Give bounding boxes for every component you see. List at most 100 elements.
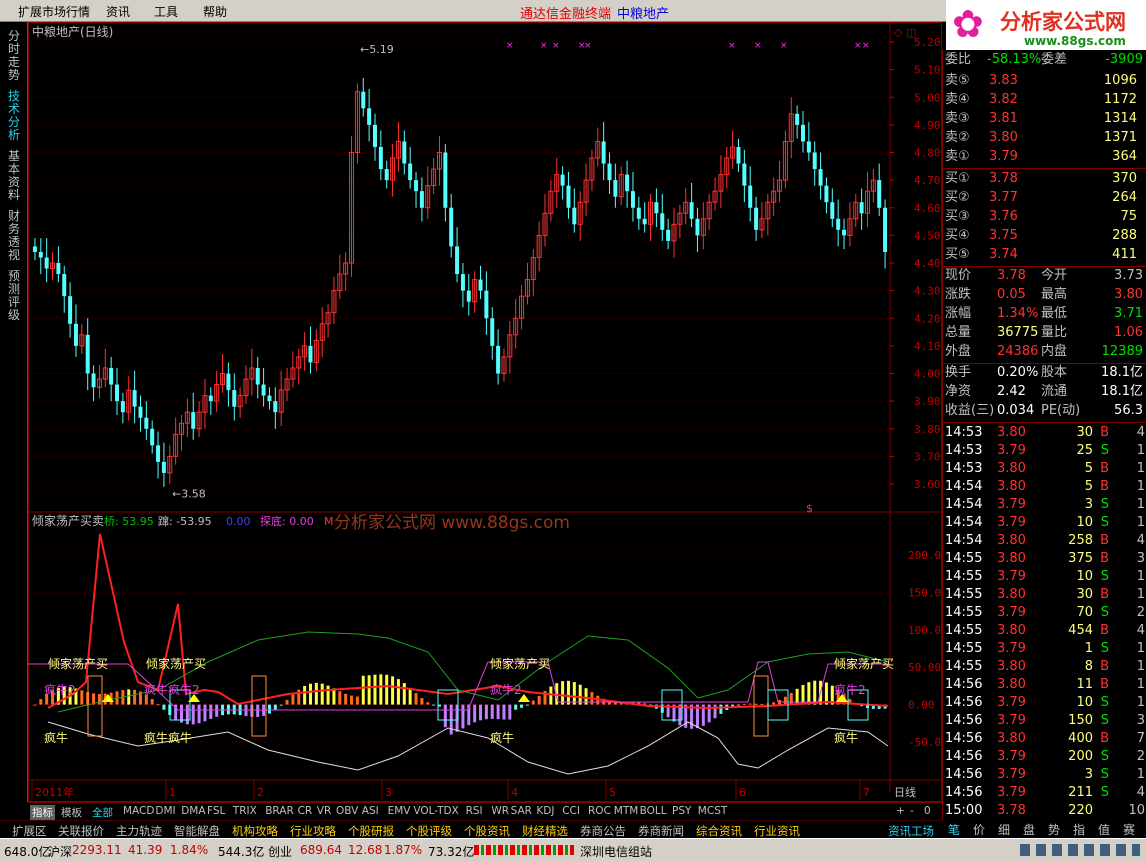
indicator-tab-12[interactable]: ASI (362, 805, 379, 817)
menu-item-market[interactable]: 扩展市场行情 (18, 3, 90, 20)
indicator-tab-18[interactable]: KDJ (536, 805, 554, 817)
indicator-tab-14[interactable]: VOL-TDX (413, 805, 458, 817)
right-tab-6[interactable]: 值 (1098, 821, 1110, 838)
tick-time: 14:55 (945, 551, 983, 566)
tick-count: 4 (1136, 533, 1145, 548)
candle-body-down (191, 412, 196, 429)
indicator-tab-9[interactable]: CR (298, 805, 313, 817)
status-sh-pct: 1.84% (170, 843, 209, 857)
chart-canvas[interactable]: 5.20 5.10 5.00 4.90 4.80 4.70 4.60 4.50 4.40 4.30… (28, 22, 942, 802)
tick-price: 3.79 (997, 605, 1026, 620)
bottom-tab-1[interactable]: 关联报价 (58, 823, 104, 839)
indicator-tab-7[interactable]: TRIX (233, 805, 257, 817)
tick-time: 14:55 (945, 587, 983, 602)
histogram-bar (760, 703, 764, 705)
bottom-tab-14[interactable]: 资讯工场 (888, 823, 934, 839)
indicator-tab-ctrl-1[interactable]: - (910, 805, 914, 817)
right-tab-3[interactable]: 盘 (1023, 821, 1035, 838)
menu-item-tools[interactable]: 工具 (154, 3, 178, 20)
indicator-tab-21[interactable]: MTM (614, 805, 639, 817)
histogram-bar (350, 695, 354, 705)
bottom-tab-3[interactable]: 智能解盘 (174, 823, 220, 839)
indicator-tab-3[interactable]: MACD (123, 805, 154, 817)
bottom-tab-0[interactable]: 扩展区 (12, 823, 47, 839)
candle-body-down (660, 213, 665, 230)
tick-price: 3.79 (997, 749, 1026, 764)
chart-header-symbol: ◇ ◫ (894, 26, 916, 39)
indicator-tab-11[interactable]: OBV (336, 805, 358, 817)
left-tab-4[interactable]: 预测评级 (5, 270, 23, 322)
histogram-bar (736, 704, 740, 706)
tick-volume: 8 (1084, 659, 1093, 674)
indicator-tab-19[interactable]: CCI (562, 805, 580, 817)
indicator-tab-ctrl-2[interactable]: 0 (924, 805, 931, 817)
indicator-tab-6[interactable]: FSL (207, 805, 225, 817)
indicator-tab-20[interactable]: ROC (588, 805, 611, 817)
indicator-tab-4[interactable]: DMI (155, 805, 175, 817)
indicator-tab-13[interactable]: EMV (388, 805, 411, 817)
tick-count: 1 (1136, 641, 1145, 656)
indicator-tab-2[interactable]: 全部 (92, 805, 113, 820)
bottom-tab-6[interactable]: 个股研报 (348, 823, 394, 839)
tick-row: 14:54 3.80 258 B 4 (943, 532, 1146, 550)
left-tab-3[interactable]: 财务透视 (5, 210, 23, 262)
bottom-tab-8[interactable]: 个股资讯 (464, 823, 510, 839)
bottom-tab-9[interactable]: 财经精选 (522, 823, 568, 839)
bottom-tab-7[interactable]: 个股评级 (406, 823, 452, 839)
candle-body-down (44, 257, 49, 269)
right-tab-4[interactable]: 势 (1048, 821, 1060, 838)
indicator-tab-ctrl-0[interactable]: + (896, 805, 905, 817)
ind-trailing-value: M (324, 515, 334, 528)
indicator-tab-24[interactable]: MCST (698, 805, 727, 817)
price-tick-label: 5.20 (914, 36, 941, 49)
tick-price: 3.80 (997, 425, 1026, 440)
indicator-tab-23[interactable]: PSY (672, 805, 691, 817)
tick-price: 3.80 (997, 461, 1026, 476)
histogram-bar (338, 691, 342, 705)
order-volume: 411 (1112, 247, 1137, 262)
bottom-tab-13[interactable]: 行业资讯 (754, 823, 800, 839)
indicator-tab-10[interactable]: VR (317, 805, 331, 817)
candle-body-down (372, 124, 377, 147)
tick-count: 1 (1136, 677, 1145, 692)
stat-label: 今开 (1041, 268, 1068, 283)
histogram-bar (525, 704, 529, 706)
bottom-tab-2[interactable]: 主力轨迹 (116, 823, 162, 839)
right-tab-0[interactable]: 笔 (948, 821, 960, 838)
right-tab-5[interactable]: 指 (1073, 821, 1085, 838)
bottom-tab-5[interactable]: 行业攻略 (290, 823, 336, 839)
kline-chart-area[interactable]: 5.20 5.10 5.00 4.90 4.80 4.70 4.60 4.50 4.40 4.30… (28, 22, 942, 802)
bottom-tab-12[interactable]: 综合资讯 (696, 823, 742, 839)
indicator-tab-8[interactable]: BRAR (265, 805, 294, 817)
bottom-tab-11[interactable]: 券商新闻 (638, 823, 684, 839)
tick-count: 7 (1136, 731, 1145, 746)
histogram-bar (479, 704, 483, 721)
order-volume: 1371 (1103, 130, 1137, 145)
bottom-tab-10[interactable]: 券商公告 (580, 823, 626, 839)
indicator-tab-0[interactable]: 指标 (30, 805, 55, 820)
indicator-tab-5[interactable]: DMA (181, 805, 205, 817)
right-tab-7[interactable]: 赛 (1123, 821, 1135, 838)
menu-item-help[interactable]: 帮助 (203, 3, 227, 20)
indicator-tab-16[interactable]: WR (491, 805, 509, 817)
indicator-tab-17[interactable]: SAR (511, 805, 532, 817)
histogram-bar (279, 704, 283, 706)
indicator-tab-22[interactable]: BOLL (640, 805, 667, 817)
menu-item-info[interactable]: 资讯 (106, 3, 130, 20)
stat-value: 36775 (997, 325, 1039, 340)
left-tab-0[interactable]: 分时走势 (5, 30, 23, 82)
right-tab-2[interactable]: 细 (998, 821, 1010, 838)
left-tab-2[interactable]: 基本资料 (5, 150, 23, 202)
indicator-tab-1[interactable]: 模板 (61, 805, 82, 820)
chart-title: 中粮地产(日线) (32, 24, 113, 39)
wb-row: 委比 -58.13% 委差 -3909 (943, 51, 1146, 69)
stat-label: 涨幅 (945, 306, 972, 321)
right-tab-1[interactable]: 价 (973, 821, 985, 838)
tick-row: 14:55 3.80 8 B 1 (943, 658, 1146, 676)
left-tab-1[interactable]: 技术分析 (5, 90, 23, 142)
bottom-tab-4[interactable]: 机构攻略 (232, 823, 278, 839)
indicator-tab-15[interactable]: RSI (466, 805, 483, 817)
tick-volume: 70 (1076, 605, 1093, 620)
histogram-bar (813, 680, 817, 705)
price-tick-label: 4.20 (914, 312, 941, 325)
